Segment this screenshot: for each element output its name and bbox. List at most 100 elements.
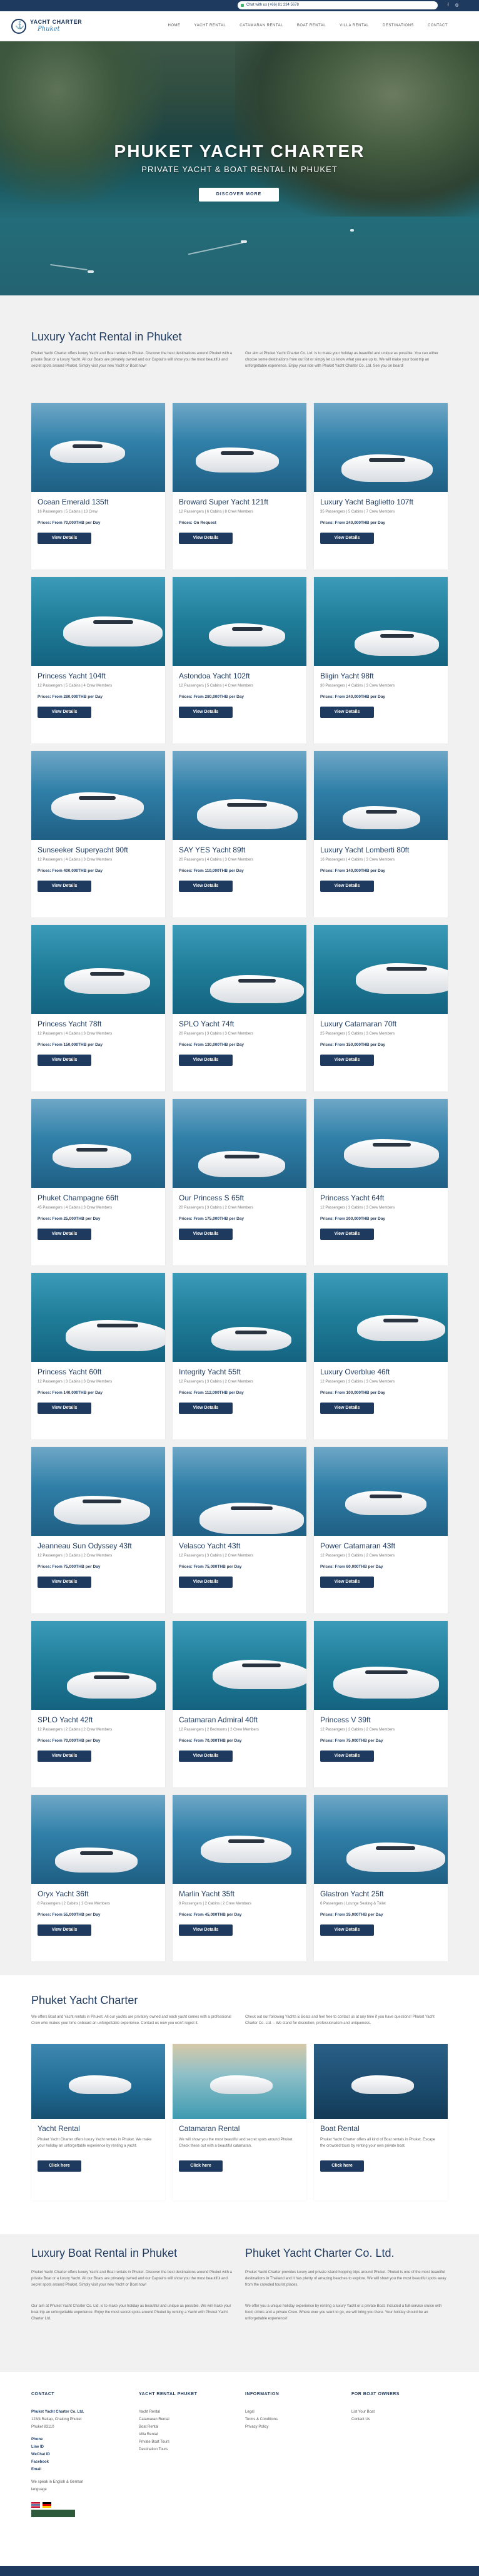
yacht-name[interactable]: Power Catamaran 43ft (320, 1541, 395, 1550)
yacht-photo[interactable] (173, 1621, 306, 1710)
whatsapp-chat-bar[interactable]: Chat with us (+66) 81 234 5678 (238, 1, 438, 9)
yacht-name[interactable]: Bligin Yacht 98ft (320, 672, 374, 680)
yacht-name[interactable]: Luxury Yacht Lomberti 80ft (320, 846, 409, 854)
nav-item-destinations[interactable]: DESTINATIONS (383, 24, 414, 28)
yacht-name[interactable]: Glastron Yacht 25ft (320, 1889, 384, 1898)
rental-photo[interactable] (314, 2044, 448, 2119)
yacht-card[interactable]: Ocean Emerald 135ft 16 Passengers | 5 Cab… (31, 403, 165, 570)
yacht-photo[interactable] (314, 403, 448, 492)
click-here-button[interactable]: Click here (38, 2160, 81, 2172)
yacht-card[interactable]: Jeanneau Sun Odyssey 43ft 12 Passengers |… (31, 1447, 165, 1613)
yacht-photo[interactable] (173, 925, 306, 1014)
yacht-name[interactable]: Princess Yacht 104ft (38, 672, 106, 680)
german-flag-icon[interactable] (43, 2502, 51, 2508)
view-details-button[interactable]: View Details (38, 1403, 91, 1414)
rental-type-name[interactable]: Yacht Rental (38, 2124, 80, 2133)
instagram-icon[interactable]: ◎ (454, 3, 460, 8)
nav-item-yacht-rental[interactable]: YACHT RENTAL (194, 24, 226, 28)
view-details-button[interactable]: View Details (38, 707, 91, 718)
yacht-card[interactable]: Broward Super Yacht 121ft 12 Passengers |… (173, 403, 306, 570)
yacht-card[interactable]: Astondoa Yacht 102ft 12 Passengers | 5 Ca… (173, 577, 306, 744)
footer-link[interactable]: Catamaran Rental (139, 2416, 233, 2423)
view-details-button[interactable]: View Details (38, 533, 91, 544)
yacht-photo[interactable] (314, 751, 448, 840)
footer-link[interactable]: Contact Us (351, 2416, 445, 2423)
view-details-button[interactable]: View Details (320, 707, 374, 718)
yacht-photo[interactable] (31, 1795, 165, 1884)
yacht-card[interactable]: Luxury Yacht Lomberti 80ft 16 Passengers … (314, 751, 448, 917)
view-details-button[interactable]: View Details (179, 1751, 233, 1762)
yacht-card[interactable]: Princess V 39ft 12 Passengers | 2 Cabins … (314, 1621, 448, 1787)
nav-item-contact[interactable]: CONTACT (428, 24, 448, 28)
nav-item-home[interactable]: HOME (168, 24, 181, 28)
yacht-card[interactable]: Princess Yacht 64ft 12 Passengers | 3 Cab… (314, 1099, 448, 1265)
yacht-card[interactable]: Catamaran Admiral 40ft 12 Passengers | 2 … (173, 1621, 306, 1787)
yacht-card[interactable]: SPLO Yacht 74ft 20 Passengers | 3 Cabins … (173, 925, 306, 1091)
yacht-photo[interactable] (314, 1273, 448, 1362)
view-details-button[interactable]: View Details (320, 1924, 374, 1936)
yacht-photo[interactable] (31, 577, 165, 666)
yacht-card[interactable]: Power Catamaran 43ft 12 Passengers | 3 Ca… (314, 1447, 448, 1613)
yacht-name[interactable]: Astondoa Yacht 102ft (179, 672, 250, 680)
footer-link[interactable]: Terms & Conditions (245, 2416, 339, 2423)
discover-more-button[interactable]: DISCOVER MORE (199, 188, 279, 202)
yacht-photo[interactable] (173, 1099, 306, 1188)
view-details-button[interactable]: View Details (320, 533, 374, 544)
yacht-card[interactable]: Phuket Champagne 66ft 45 Passengers | 4 C… (31, 1099, 165, 1265)
yacht-photo[interactable] (31, 403, 165, 492)
view-details-button[interactable]: View Details (38, 881, 91, 892)
footer-link[interactable]: Privacy Policy (245, 2423, 339, 2431)
yacht-card[interactable]: Luxury Overblue 46ft 12 Passengers | 3 Ca… (314, 1273, 448, 1439)
yacht-photo[interactable] (31, 1099, 165, 1188)
yacht-card[interactable]: Sunseeker Superyacht 90ft 12 Passengers |… (31, 751, 165, 917)
contact-phone[interactable]: Phone (31, 2436, 125, 2443)
footer-link[interactable]: List Your Boat (351, 2408, 445, 2416)
view-details-button[interactable]: View Details (320, 1229, 374, 1240)
yacht-card[interactable]: Marlin Yacht 35ft 8 Passengers | 2 Cabins… (173, 1795, 306, 1961)
yacht-photo[interactable] (173, 403, 306, 492)
yacht-name[interactable]: Princess Yacht 60ft (38, 1367, 101, 1376)
yacht-card[interactable]: Princess Yacht 78ft 12 Passengers | 4 Cab… (31, 925, 165, 1091)
yacht-name[interactable]: SAY YES Yacht 89ft (179, 846, 245, 854)
yacht-photo[interactable] (31, 1273, 165, 1362)
yacht-name[interactable]: Jeanneau Sun Odyssey 43ft (38, 1541, 132, 1550)
rental-photo[interactable] (31, 2044, 165, 2119)
yacht-card[interactable]: Princess Yacht 104ft 12 Passengers | 5 Ca… (31, 577, 165, 744)
yacht-name[interactable]: SPLO Yacht 42ft (38, 1715, 93, 1724)
view-details-button[interactable]: View Details (320, 1055, 374, 1066)
view-details-button[interactable]: View Details (38, 1577, 91, 1588)
contact-facebook[interactable]: Facebook (31, 2458, 125, 2466)
view-details-button[interactable]: View Details (320, 1751, 374, 1762)
language-switcher[interactable] (31, 2510, 75, 2517)
yacht-photo[interactable] (173, 751, 306, 840)
yacht-name[interactable]: Princess Yacht 78ft (38, 1020, 101, 1028)
yacht-name[interactable]: SPLO Yacht 74ft (179, 1020, 234, 1028)
facebook-icon[interactable]: f (445, 3, 451, 8)
footer-link[interactable]: Boat Rental (139, 2423, 233, 2431)
yacht-photo[interactable] (314, 1099, 448, 1188)
yacht-photo[interactable] (31, 1621, 165, 1710)
yacht-photo[interactable] (31, 1447, 165, 1536)
yacht-name[interactable]: Luxury Overblue 46ft (320, 1367, 390, 1376)
contact-email[interactable]: Email (31, 2466, 125, 2473)
yacht-card[interactable]: Glastron Yacht 25ft 6 Passengers | Lounge… (314, 1795, 448, 1961)
nav-item-boat-rental[interactable]: BOAT RENTAL (297, 24, 326, 28)
yacht-photo[interactable] (173, 577, 306, 666)
yacht-card[interactable]: Our Princess S 65ft 20 Passengers | 3 Cab… (173, 1099, 306, 1265)
view-details-button[interactable]: View Details (179, 1403, 233, 1414)
yacht-photo[interactable] (173, 1447, 306, 1536)
yacht-name[interactable]: Broward Super Yacht 121ft (179, 498, 268, 506)
yacht-name[interactable]: Catamaran Admiral 40ft (179, 1715, 258, 1724)
yacht-card[interactable]: Luxury Yacht Baglietto 107ft 35 Passenger… (314, 403, 448, 570)
view-details-button[interactable]: View Details (38, 1055, 91, 1066)
footer-link[interactable]: Destination Tours (139, 2446, 233, 2453)
view-details-button[interactable]: View Details (179, 1577, 233, 1588)
footer-link[interactable]: Villa Rental (139, 2431, 233, 2438)
view-details-button[interactable]: View Details (320, 881, 374, 892)
rental-photo[interactable] (173, 2044, 306, 2119)
yacht-card[interactable]: SPLO Yacht 42ft 12 Passengers | 2 Cabins … (31, 1621, 165, 1787)
footer-link[interactable]: Legal (245, 2408, 339, 2416)
yacht-name[interactable]: Luxury Yacht Baglietto 107ft (320, 498, 413, 506)
yacht-photo[interactable] (314, 925, 448, 1014)
rental-type-card[interactable]: Catamaran Rental We will show you the mos… (173, 2044, 306, 2200)
